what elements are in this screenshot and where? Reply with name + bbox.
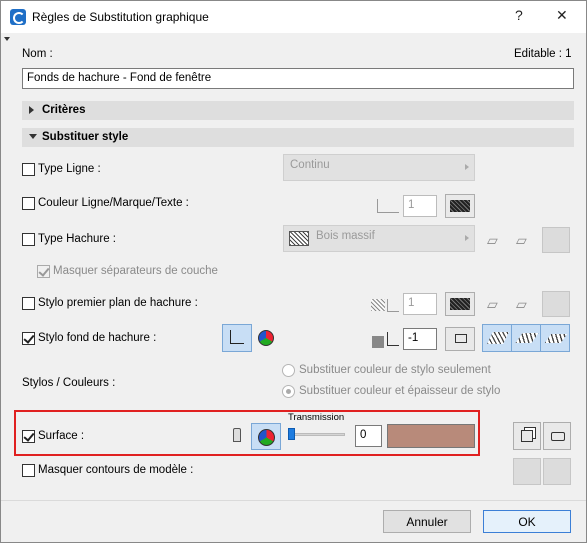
criteria-section[interactable]: Critères	[22, 101, 574, 120]
line-type-value: Continu	[290, 159, 330, 171]
color-wheel-icon	[258, 429, 275, 446]
line-type-checkbox[interactable]	[22, 163, 35, 176]
name-label: Nom :	[22, 48, 53, 60]
pen-icon	[230, 330, 244, 344]
drafting-fill-button[interactable]	[542, 227, 570, 253]
surface-checkbox[interactable]	[22, 430, 35, 443]
monitor-icon	[455, 334, 467, 343]
cut-fill-icon[interactable]: ▱	[487, 232, 498, 249]
hide-separators-label: Masquer séparateurs de couche	[53, 265, 218, 277]
ok-button[interactable]: OK	[483, 510, 571, 533]
pen-icon	[387, 299, 399, 312]
window-title: Règles de Substitution graphique	[32, 10, 209, 24]
cover-fill-icon[interactable]: ▱	[516, 232, 527, 249]
hatch-swatch-icon	[450, 298, 470, 310]
override-section[interactable]: Substituer style	[22, 128, 574, 147]
fill-type-checkbox[interactable]	[22, 233, 35, 246]
material-icon	[551, 432, 565, 441]
fg-pen-checkbox[interactable]	[22, 297, 35, 310]
hide-contours-label: Masquer contours de modèle :	[38, 464, 194, 476]
bg-pen-checkbox[interactable]	[22, 332, 35, 345]
pen-color-weight-label: Substituer couleur et épaisseur de stylo	[299, 385, 501, 397]
cut-fill-button[interactable]	[482, 324, 512, 352]
transmission-slider[interactable]	[288, 428, 295, 440]
dialog-window: Règles de Substitution graphique ? ✕ Nom…	[0, 0, 587, 543]
line-color-pen-input[interactable]: 1	[403, 195, 437, 217]
line-color-checkbox[interactable]	[22, 197, 35, 210]
pen-color-only-radio[interactable]	[282, 364, 295, 377]
pen-color-weight-radio[interactable]	[282, 385, 295, 398]
collapse-arrow-icon[interactable]	[4, 37, 10, 41]
fg-pen-input[interactable]: 1	[403, 293, 437, 315]
line-color-label: Couleur Ligne/Marque/Texte :	[38, 197, 189, 209]
transmission-label: Transmission	[288, 412, 345, 423]
drafting-fill-button[interactable]	[540, 324, 570, 352]
pens-colors-label: Stylos / Couleurs :	[22, 377, 116, 389]
contour-settings-button[interactable]	[543, 458, 571, 485]
collapse-icon	[29, 134, 37, 139]
surface-color-button[interactable]	[251, 423, 281, 450]
bg-pen-label: Stylo fond de hachure :	[38, 332, 157, 344]
contour-3d-button[interactable]	[513, 458, 541, 485]
fg-pen-label: Stylo premier plan de hachure :	[38, 297, 198, 309]
surface-color-swatch[interactable]	[387, 424, 475, 448]
monitor-button[interactable]	[445, 327, 475, 351]
footer-divider	[1, 500, 586, 501]
wood-fill-icon	[289, 231, 309, 246]
bg-pen-input[interactable]: -1	[403, 328, 437, 350]
app-icon	[10, 9, 26, 25]
fill-type-dropdown[interactable]: Bois massif	[283, 225, 475, 252]
surface-3d-button[interactable]	[513, 422, 541, 450]
pen-color-only-label: Substituer couleur de stylo seulement	[299, 364, 491, 376]
chevron-right-icon	[465, 164, 469, 170]
override-label: Substituer style	[42, 131, 129, 143]
cut-fill-icon[interactable]: ▱	[487, 296, 498, 313]
transmission-track	[291, 433, 345, 436]
chevron-right-icon	[465, 235, 469, 241]
color-wheel-icon[interactable]	[258, 330, 274, 346]
hide-contours-checkbox[interactable]	[22, 464, 35, 477]
fg-pen-swatch-button[interactable]	[445, 292, 475, 316]
close-button[interactable]: ✕	[556, 7, 568, 24]
line-color-swatch-button[interactable]	[445, 194, 475, 218]
criteria-label: Critères	[42, 104, 86, 116]
cover-fill-icon[interactable]: ▱	[516, 296, 527, 313]
surface-label: Surface :	[38, 430, 85, 442]
line-type-dropdown[interactable]: Continu	[283, 154, 475, 181]
brush-icon	[233, 428, 241, 442]
editable-label: Editable : 1	[514, 48, 572, 60]
title-bar: Règles de Substitution graphique ? ✕	[1, 1, 586, 33]
cut-fill-icon	[487, 332, 509, 344]
fill-type-label: Type Hachure :	[38, 233, 116, 245]
help-button[interactable]: ?	[515, 7, 523, 23]
hatch-icon	[371, 299, 385, 311]
cube-icon	[521, 430, 533, 442]
fill-type-value: Bois massif	[316, 230, 375, 242]
transmission-input[interactable]: 0	[355, 425, 382, 447]
pen-icon	[377, 199, 399, 213]
bg-color-icon	[372, 336, 384, 348]
line-type-label: Type Ligne :	[38, 163, 101, 175]
pen-icon	[387, 332, 399, 346]
expand-icon	[29, 106, 34, 114]
surface-settings-button[interactable]	[543, 422, 571, 450]
cancel-button[interactable]: Annuler	[383, 510, 471, 533]
cover-fill-icon	[515, 333, 539, 343]
hide-separators-checkbox[interactable]	[37, 265, 50, 278]
hatch-swatch-icon	[450, 200, 470, 212]
drafting-fill-button[interactable]	[542, 291, 570, 317]
pen-picker-button[interactable]	[222, 324, 252, 352]
name-input[interactable]: Fonds de hachure - Fond de fenêtre	[22, 68, 574, 89]
cover-fill-button[interactable]	[511, 324, 541, 352]
drafting-fill-icon	[544, 334, 568, 343]
